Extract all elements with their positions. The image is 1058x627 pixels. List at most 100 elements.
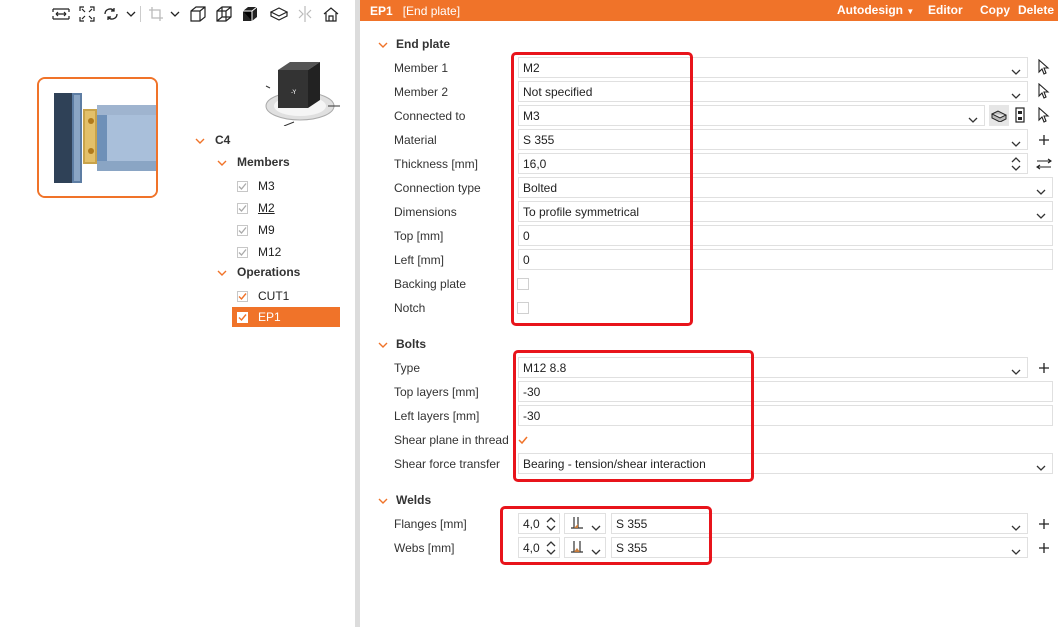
- bolt-type-select[interactable]: M12 8.8: [518, 357, 1028, 378]
- tree-member-m2[interactable]: M2: [237, 198, 275, 218]
- chevron-down-icon: [1036, 208, 1046, 222]
- connected-to-select[interactable]: M3: [518, 105, 985, 126]
- flanges-weld-type-select[interactable]: [564, 513, 606, 534]
- chevron-down-icon[interactable]: [195, 135, 205, 145]
- section-end-plate[interactable]: End plate: [378, 35, 450, 53]
- navigation-cube[interactable]: -Y: [258, 56, 344, 127]
- transparent-box-icon[interactable]: [213, 4, 235, 24]
- notch-label: Notch: [394, 301, 426, 315]
- webs-size-stepper[interactable]: 4,0: [518, 537, 560, 558]
- stepper-arrows-icon[interactable]: [546, 516, 556, 535]
- member-checkbox[interactable]: [237, 180, 248, 192]
- editor-button[interactable]: Editor: [928, 3, 963, 17]
- chevron-down-icon[interactable]: [378, 339, 388, 349]
- pick-cursor-icon[interactable]: [1036, 58, 1052, 76]
- backing-plate-checkbox[interactable]: [517, 278, 529, 290]
- rotate-icon[interactable]: [100, 4, 122, 24]
- member2-select[interactable]: Not specified: [518, 81, 1028, 102]
- chevron-down-icon[interactable]: [378, 495, 388, 505]
- member-checkbox[interactable]: [237, 224, 248, 236]
- autodesign-button[interactable]: Autodesign ▼: [837, 3, 914, 17]
- member-checkbox[interactable]: [237, 246, 248, 258]
- crop-icon[interactable]: [146, 4, 166, 24]
- chevron-down-icon[interactable]: [378, 39, 388, 49]
- operation-title: EP1: [370, 3, 393, 18]
- left-layers-label: Left layers [mm]: [394, 409, 480, 423]
- bolt-type-value: M12 8.8: [523, 360, 567, 375]
- add-icon[interactable]: [1036, 515, 1052, 533]
- face-selector-icon[interactable]: [989, 105, 1009, 126]
- shear-plane-checkbox[interactable]: [517, 434, 529, 446]
- plane-icon[interactable]: [268, 4, 290, 24]
- chevron-down-icon[interactable]: [124, 4, 138, 24]
- tree-member-m3[interactable]: M3: [237, 176, 275, 196]
- tree-operation-cut1[interactable]: CUT1: [237, 286, 289, 306]
- left-layers-input[interactable]: -30: [518, 405, 1053, 426]
- wireframe-box-icon[interactable]: [187, 4, 209, 24]
- fit-view-icon[interactable]: [76, 4, 98, 24]
- flanges-size-stepper[interactable]: 4,0: [518, 513, 560, 534]
- dimensions-select[interactable]: To profile symmetrical: [518, 201, 1053, 222]
- top-layers-input[interactable]: -30: [518, 381, 1053, 402]
- chevron-down-icon: [1036, 184, 1046, 198]
- solid-box-icon[interactable]: [239, 4, 261, 24]
- chevron-down-icon[interactable]: [168, 4, 182, 24]
- add-icon[interactable]: [1036, 359, 1052, 377]
- home-icon[interactable]: [320, 4, 342, 24]
- member-checkbox[interactable]: [237, 202, 248, 214]
- pick-cursor-icon[interactable]: [1036, 82, 1052, 100]
- material-select[interactable]: S 355: [518, 129, 1028, 150]
- tree-operations-group[interactable]: Operations: [217, 262, 300, 282]
- notch-checkbox[interactable]: [517, 302, 529, 314]
- fillet-weld-icon: [569, 514, 585, 533]
- operation-checkbox[interactable]: [237, 290, 248, 302]
- chevron-down-icon: [1011, 136, 1021, 150]
- section-title: Welds: [396, 493, 432, 507]
- copy-button[interactable]: Copy: [980, 3, 1010, 17]
- operation-checkbox[interactable]: [237, 311, 248, 323]
- tree-root-label: C4: [215, 133, 231, 147]
- tree-member-m9[interactable]: M9: [237, 220, 275, 240]
- flanges-material-select[interactable]: S 355: [611, 513, 1028, 534]
- connection-thumbnail[interactable]: [37, 77, 158, 198]
- tree-members-group[interactable]: Members: [217, 152, 290, 172]
- dimensions-value: To profile symmetrical: [523, 204, 640, 219]
- shear-force-select[interactable]: Bearing - tension/shear interaction: [518, 453, 1053, 474]
- tree-operation-ep1[interactable]: EP1: [232, 307, 340, 327]
- left-input[interactable]: 0: [518, 249, 1053, 270]
- stepper-arrows-icon[interactable]: [1011, 156, 1021, 175]
- flanges-label: Flanges [mm]: [394, 517, 467, 531]
- section-welds[interactable]: Welds: [378, 491, 431, 509]
- pick-cursor-icon[interactable]: [1036, 106, 1052, 124]
- chevron-down-icon: [1011, 520, 1021, 534]
- top-value: 0: [523, 228, 530, 243]
- connection-type-select[interactable]: Bolted: [518, 177, 1053, 198]
- webs-material-select[interactable]: S 355: [611, 537, 1028, 558]
- section-bolts[interactable]: Bolts: [378, 335, 426, 353]
- top-input[interactable]: 0: [518, 225, 1053, 246]
- measure-icon[interactable]: [50, 4, 72, 24]
- toolbar-divider: [140, 6, 141, 22]
- section-icon[interactable]: [294, 4, 316, 24]
- webs-material-value: S 355: [616, 540, 648, 555]
- member2-label: Member 2: [394, 85, 449, 99]
- material-label: Material: [394, 133, 437, 147]
- edge-selector-icon[interactable]: [1012, 106, 1028, 124]
- stepper-arrows-icon[interactable]: [546, 540, 556, 559]
- add-icon[interactable]: [1036, 539, 1052, 557]
- delete-button[interactable]: Delete: [1018, 3, 1054, 17]
- double-fillet-weld-icon: [569, 538, 585, 557]
- webs-weld-type-select[interactable]: [564, 537, 606, 558]
- thickness-stepper[interactable]: 16,0: [518, 153, 1028, 174]
- member1-select[interactable]: M2: [518, 57, 1028, 78]
- chevron-down-icon[interactable]: [217, 157, 227, 167]
- connection-type-label: Connection type: [394, 181, 481, 195]
- swap-icon[interactable]: [1035, 155, 1053, 173]
- tree-member-m12[interactable]: M12: [237, 242, 281, 262]
- tree-root[interactable]: C4: [195, 130, 230, 150]
- top-label: Top [mm]: [394, 229, 444, 243]
- bolt-type-label: Type: [394, 361, 421, 375]
- chevron-down-icon[interactable]: [217, 267, 227, 277]
- add-icon[interactable]: [1036, 131, 1052, 149]
- shear-force-label: Shear force transfer: [394, 457, 501, 471]
